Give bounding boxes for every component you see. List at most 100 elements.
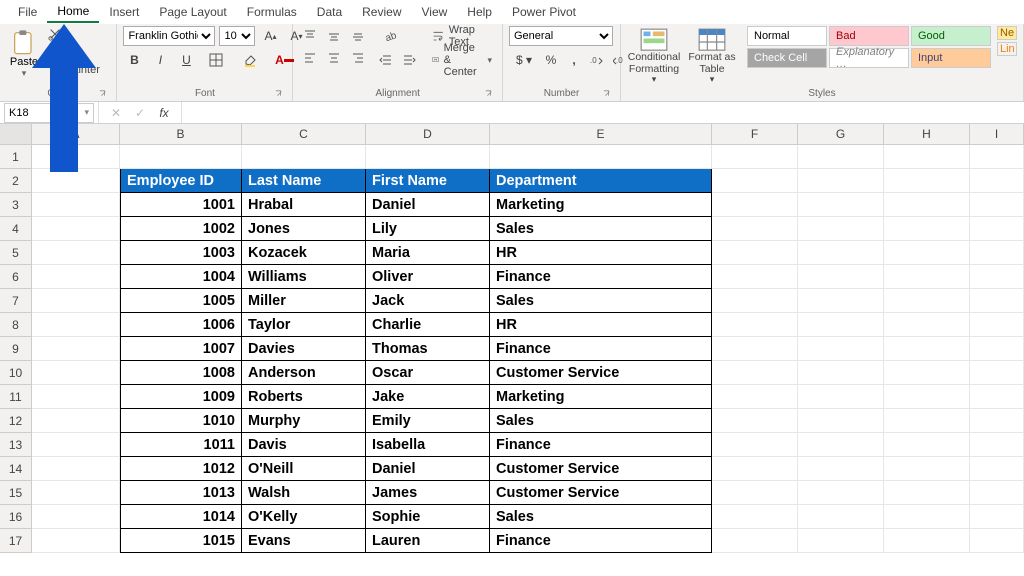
cell[interactable]: 1014: [120, 505, 242, 529]
cell[interactable]: 1013: [120, 481, 242, 505]
cell[interactable]: [970, 313, 1024, 337]
cell-styles-gallery[interactable]: Normal Bad Good Check Cell Explanatory ……: [747, 26, 991, 68]
cell[interactable]: Jake: [366, 385, 490, 409]
decrease-indent-button[interactable]: [375, 50, 397, 70]
font-size-select[interactable]: 10: [219, 26, 255, 46]
cell[interactable]: [798, 313, 884, 337]
row-header[interactable]: 7: [0, 289, 32, 313]
cell[interactable]: Customer Service: [490, 481, 712, 505]
increase-decimal-button[interactable]: .0: [586, 50, 608, 70]
cell[interactable]: [32, 313, 120, 337]
cell[interactable]: 1006: [120, 313, 242, 337]
cell[interactable]: [798, 241, 884, 265]
cell[interactable]: HR: [490, 313, 712, 337]
cell[interactable]: [32, 361, 120, 385]
cell[interactable]: [798, 337, 884, 361]
cell[interactable]: [712, 337, 798, 361]
cell[interactable]: Walsh: [242, 481, 366, 505]
cell[interactable]: [32, 193, 120, 217]
tab-power-pivot[interactable]: Power Pivot: [502, 2, 586, 22]
cell[interactable]: Lily: [366, 217, 490, 241]
cell[interactable]: [970, 193, 1024, 217]
row-header[interactable]: 11: [0, 385, 32, 409]
cell[interactable]: [798, 433, 884, 457]
cell[interactable]: Jack: [366, 289, 490, 313]
cell[interactable]: 1010: [120, 409, 242, 433]
cell[interactable]: Marketing: [490, 193, 712, 217]
cell[interactable]: [366, 145, 490, 169]
cell[interactable]: [712, 169, 798, 193]
cell[interactable]: Sales: [490, 409, 712, 433]
col-header-I[interactable]: I: [970, 124, 1024, 144]
name-box[interactable]: K18 ▾: [4, 103, 94, 123]
cell[interactable]: Sales: [490, 217, 712, 241]
merge-center-button[interactable]: Merge & Center ▾: [428, 50, 496, 70]
tab-data[interactable]: Data: [307, 2, 352, 22]
cell[interactable]: [712, 385, 798, 409]
row-header[interactable]: 8: [0, 313, 32, 337]
fill-color-button[interactable]: [235, 50, 265, 70]
cell[interactable]: [884, 457, 970, 481]
cell[interactable]: O'Kelly: [242, 505, 366, 529]
cell[interactable]: [242, 145, 366, 169]
tab-review[interactable]: Review: [352, 2, 411, 22]
bold-button[interactable]: B: [123, 50, 145, 70]
cell[interactable]: [712, 481, 798, 505]
cell[interactable]: [32, 481, 120, 505]
row-header[interactable]: 15: [0, 481, 32, 505]
row-header[interactable]: 13: [0, 433, 32, 457]
format-painter-button[interactable]: Painter: [46, 62, 102, 78]
cell[interactable]: [32, 433, 120, 457]
cell[interactable]: [712, 217, 798, 241]
cell[interactable]: [884, 505, 970, 529]
cell[interactable]: [712, 529, 798, 553]
row-header[interactable]: 10: [0, 361, 32, 385]
cell[interactable]: [32, 265, 120, 289]
increase-indent-button[interactable]: [398, 50, 420, 70]
cell[interactable]: Marketing: [490, 385, 712, 409]
cell[interactable]: [712, 289, 798, 313]
cell[interactable]: Davies: [242, 337, 366, 361]
tab-page-layout[interactable]: Page Layout: [149, 2, 236, 22]
cell[interactable]: [884, 409, 970, 433]
cell[interactable]: [798, 409, 884, 433]
cell[interactable]: Sales: [490, 289, 712, 313]
cell[interactable]: [970, 169, 1024, 193]
cell[interactable]: Jones: [242, 217, 366, 241]
row-header[interactable]: 2: [0, 169, 32, 193]
cell[interactable]: Lauren: [366, 529, 490, 553]
cell[interactable]: [884, 289, 970, 313]
col-header-F[interactable]: F: [712, 124, 798, 144]
clipboard-dialog-launcher[interactable]: [98, 89, 108, 99]
row-header[interactable]: 14: [0, 457, 32, 481]
cell[interactable]: [970, 361, 1024, 385]
cell[interactable]: [32, 457, 120, 481]
cell[interactable]: Daniel: [366, 457, 490, 481]
cell[interactable]: Taylor: [242, 313, 366, 337]
cell[interactable]: O'Neill: [242, 457, 366, 481]
cell[interactable]: Customer Service: [490, 361, 712, 385]
cell[interactable]: [970, 505, 1024, 529]
style-neutral[interactable]: Ne: [997, 26, 1017, 40]
cell[interactable]: [970, 265, 1024, 289]
cell[interactable]: [120, 145, 242, 169]
select-all-button[interactable]: [0, 124, 32, 144]
style-linked[interactable]: Lin: [997, 42, 1017, 56]
cell[interactable]: [490, 145, 712, 169]
cell[interactable]: [884, 529, 970, 553]
cell[interactable]: [712, 313, 798, 337]
cell[interactable]: [970, 457, 1024, 481]
col-header-G[interactable]: G: [798, 124, 884, 144]
cell[interactable]: [32, 409, 120, 433]
align-center-button[interactable]: [323, 48, 345, 68]
row-header[interactable]: 17: [0, 529, 32, 553]
cell[interactable]: [798, 505, 884, 529]
conditional-formatting-button[interactable]: Conditional Formatting▾: [627, 26, 681, 87]
cell[interactable]: 1005: [120, 289, 242, 313]
cell[interactable]: [32, 289, 120, 313]
cell[interactable]: 1011: [120, 433, 242, 457]
cell[interactable]: 1007: [120, 337, 242, 361]
cell[interactable]: [884, 241, 970, 265]
cell[interactable]: Roberts: [242, 385, 366, 409]
tab-formulas[interactable]: Formulas: [237, 2, 307, 22]
